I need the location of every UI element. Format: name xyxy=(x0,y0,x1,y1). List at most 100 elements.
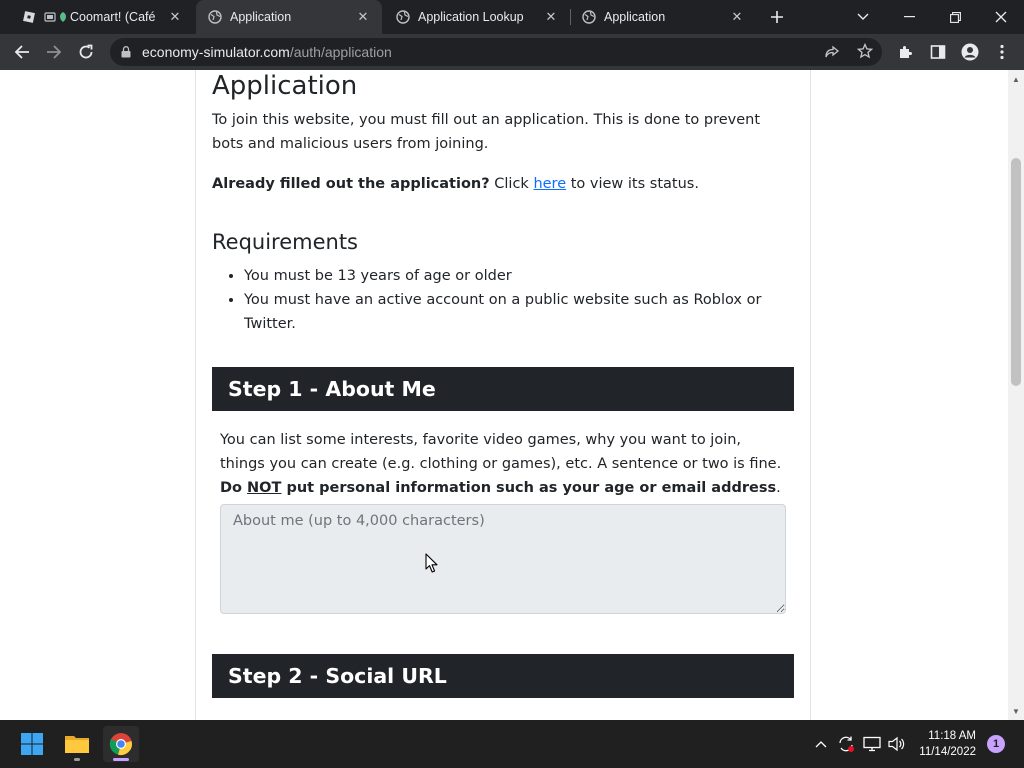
folder-icon xyxy=(65,736,89,753)
step2-header: Step 2 - Social URL xyxy=(212,654,794,698)
url-text: economy-simulator.com/auth/application xyxy=(142,44,392,60)
notification-badge[interactable]: 1 xyxy=(987,735,1005,753)
chevron-up-icon xyxy=(815,741,827,748)
windows-logo-icon xyxy=(21,733,43,755)
restore-icon xyxy=(949,11,961,23)
step1-warning: Do NOT put personal information such as … xyxy=(220,480,776,496)
address-bar[interactable]: economy-simulator.com/auth/application xyxy=(110,38,882,66)
share-button[interactable] xyxy=(824,44,840,65)
audio-icon xyxy=(44,10,56,24)
close-tab-icon[interactable]: ✕ xyxy=(542,8,560,26)
side-panel-icon xyxy=(930,45,946,59)
forward-button[interactable] xyxy=(42,40,66,64)
network-icon xyxy=(863,736,881,752)
scroll-thumb[interactable] xyxy=(1011,158,1021,386)
network-tray-icon[interactable] xyxy=(861,733,883,755)
tab-strip: Coomart! (Café ✕ Application ✕ Applicati… xyxy=(0,0,1024,34)
chrome-taskbar-button[interactable] xyxy=(103,726,139,762)
minimize-button[interactable] xyxy=(896,0,922,34)
chevron-down-icon xyxy=(857,13,869,20)
status-post-text: to view its status. xyxy=(566,176,699,192)
step1-description: You can list some interests, favorite vi… xyxy=(220,428,786,500)
requirements-title: Requirements xyxy=(212,230,358,254)
chrome-icon xyxy=(109,733,132,755)
status-here-link[interactable]: here xyxy=(533,176,566,192)
step1-warning-not: NOT xyxy=(247,480,282,496)
app-running-indicator xyxy=(74,758,80,761)
lock-icon[interactable] xyxy=(121,46,131,58)
taskbar-clock[interactable]: 11:18 AM 11/14/2022 xyxy=(910,728,976,760)
back-button[interactable] xyxy=(10,40,34,64)
status-pre-text: Click xyxy=(489,176,534,192)
close-window-button[interactable] xyxy=(988,0,1014,34)
close-tab-icon[interactable]: ✕ xyxy=(354,8,372,26)
globe-icon xyxy=(396,10,410,24)
application-container: Application To join this website, you mu… xyxy=(195,70,811,720)
reload-button[interactable] xyxy=(74,40,98,64)
profile-icon xyxy=(961,43,979,61)
star-icon xyxy=(856,42,874,59)
status-bold-text: Already filled out the application? xyxy=(212,176,490,192)
scroll-up-arrow[interactable]: ▲ xyxy=(1008,72,1024,86)
windows-taskbar: 11:18 AM 11/14/2022 1 xyxy=(0,720,1024,768)
step1-warning-post: put personal information such as your ag… xyxy=(281,480,777,496)
new-tab-button[interactable] xyxy=(764,0,790,34)
close-tab-icon[interactable]: ✕ xyxy=(728,8,746,26)
step1-header: Step 1 - About Me xyxy=(212,367,794,411)
arrow-right-icon xyxy=(47,45,62,59)
requirement-item: You must be 13 years of age or older xyxy=(244,264,764,288)
profile-button[interactable] xyxy=(958,40,982,64)
status-line: Already filled out the application? Clic… xyxy=(212,172,699,196)
sync-icon xyxy=(839,736,854,752)
globe-icon xyxy=(208,10,222,24)
start-button[interactable] xyxy=(14,726,50,762)
intro-text: To join this website, you must fill out … xyxy=(212,112,761,152)
speaker-icon xyxy=(888,736,905,752)
minimize-icon xyxy=(903,16,915,18)
extensions-button[interactable] xyxy=(894,40,918,64)
page-scrollbar[interactable]: ▲ ▼ xyxy=(1008,70,1024,720)
bookmark-button[interactable] xyxy=(856,42,874,64)
step1-desc-end: . xyxy=(776,480,781,496)
page-viewport: Application To join this website, you mu… xyxy=(0,70,1008,720)
scroll-down-arrow[interactable]: ▼ xyxy=(1008,704,1024,718)
url-path: /auth/application xyxy=(289,44,392,60)
close-icon xyxy=(995,11,1007,23)
page-title: Application xyxy=(212,71,358,101)
tab-application-active[interactable]: Application ✕ xyxy=(196,0,382,34)
leaf-icon xyxy=(58,10,68,24)
plus-icon xyxy=(771,11,783,23)
step1-warning-pre: Do xyxy=(220,480,248,496)
file-explorer-button[interactable] xyxy=(59,726,95,762)
side-panel-button[interactable] xyxy=(926,40,950,64)
sync-tray-icon[interactable] xyxy=(835,733,857,755)
requirements-list: You must be 13 years of age or older You… xyxy=(244,264,764,336)
tab-application-lookup[interactable]: Application Lookup ✕ xyxy=(384,0,570,34)
arrow-left-icon xyxy=(14,45,29,59)
tab-search-button[interactable] xyxy=(852,0,874,34)
browser-toolbar: economy-simulator.com/auth/application xyxy=(0,34,1024,70)
tab-title: Application xyxy=(230,10,292,24)
tab-application[interactable]: Application ✕ xyxy=(570,0,756,34)
tab-title: Application Lookup xyxy=(418,10,524,24)
app-active-indicator xyxy=(113,758,129,761)
mouse-cursor-icon xyxy=(425,553,438,573)
share-icon xyxy=(825,45,840,58)
clock-date: 11/14/2022 xyxy=(919,746,976,758)
roblox-icon xyxy=(22,10,36,24)
reload-icon xyxy=(79,44,93,59)
tab-title: Application xyxy=(604,10,666,24)
tab-title: Coomart! (Café xyxy=(70,10,156,24)
restore-button[interactable] xyxy=(942,0,968,34)
clock-time: 11:18 AM xyxy=(928,730,976,742)
requirement-item: You must have an active account on a pub… xyxy=(244,288,764,336)
about-me-textarea[interactable] xyxy=(220,504,786,614)
kebab-menu-icon xyxy=(1000,44,1004,60)
menu-button[interactable] xyxy=(990,40,1014,64)
close-tab-icon[interactable]: ✕ xyxy=(166,8,184,26)
step1-desc-text: You can list some interests, favorite vi… xyxy=(220,432,782,472)
show-hidden-icons-button[interactable] xyxy=(810,733,832,755)
tab-coomart[interactable]: Coomart! (Café ✕ xyxy=(8,0,194,34)
url-host: economy-simulator.com xyxy=(142,44,290,60)
volume-tray-icon[interactable] xyxy=(886,733,908,755)
